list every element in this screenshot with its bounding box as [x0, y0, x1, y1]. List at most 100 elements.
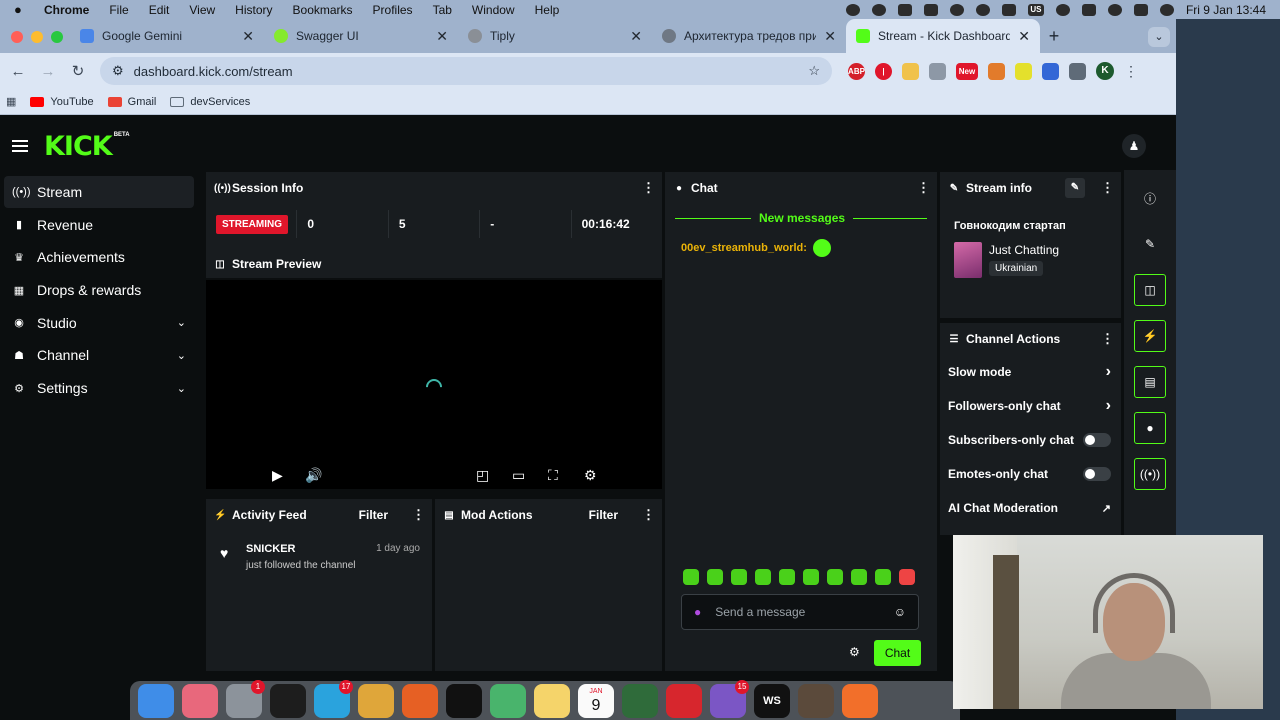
- chevron-right-icon[interactable]: ›: [1106, 397, 1111, 415]
- emote-icon[interactable]: [899, 569, 915, 585]
- pencil-icon[interactable]: ✎: [1134, 228, 1166, 260]
- emote-icon[interactable]: [779, 569, 795, 585]
- menu-help[interactable]: Help: [535, 3, 560, 17]
- menubar-clock[interactable]: Fri 9 Jan 13:44: [1186, 3, 1266, 17]
- mod-toggle-icon[interactable]: ▤: [1134, 366, 1166, 398]
- close-tab-icon[interactable]: ✕: [242, 28, 254, 45]
- apple-icon[interactable]: ●: [14, 2, 28, 17]
- emote-icon[interactable]: [827, 569, 843, 585]
- close-tab-icon[interactable]: ✕: [436, 28, 448, 45]
- bookmark-star-icon[interactable]: ☆: [808, 63, 820, 79]
- external-link-icon[interactable]: ↗: [1102, 502, 1111, 515]
- action-followers-only[interactable]: Followers-only chat ›: [940, 389, 1121, 423]
- more-options-icon[interactable]: ⋮: [917, 180, 930, 196]
- viber-icon[interactable]: 15: [710, 679, 749, 718]
- chevron-down-icon[interactable]: ⌄: [177, 349, 186, 362]
- menu-tab[interactable]: Tab: [433, 3, 452, 17]
- emote-icon[interactable]: [851, 569, 867, 585]
- tab-google-gemini[interactable]: Google Gemini ✕: [70, 19, 264, 53]
- notes-icon[interactable]: [534, 683, 570, 718]
- kick-logo[interactable]: KICK: [44, 131, 113, 162]
- apps-grid-icon[interactable]: ▦: [6, 95, 16, 108]
- chat-username[interactable]: 00ev_streamhub_world:: [681, 242, 807, 254]
- url-text[interactable]: dashboard.kick.com/stream: [134, 64, 799, 79]
- menu-profiles[interactable]: Profiles: [373, 3, 413, 17]
- stream-preview-video[interactable]: ▶ 🔊 ◰ ▭ ⛶ ⚙: [206, 280, 662, 489]
- atom-icon[interactable]: [490, 683, 526, 718]
- battery-icon[interactable]: [1001, 3, 1016, 16]
- theater-mode-icon[interactable]: ▭: [512, 467, 525, 484]
- reload-icon[interactable]: ↻: [66, 59, 90, 83]
- chat-settings-icon[interactable]: ⚙: [849, 645, 860, 659]
- spotlight-icon[interactable]: [1107, 3, 1122, 16]
- new-tab-button[interactable]: +: [1040, 19, 1068, 53]
- category-name[interactable]: Just Chatting: [989, 243, 1059, 257]
- more-options-icon[interactable]: ⋮: [1101, 180, 1114, 196]
- edit-icon[interactable]: ✎: [1065, 178, 1085, 198]
- more-options-icon[interactable]: ⋮: [642, 180, 655, 196]
- launchpad-icon[interactable]: [182, 683, 218, 718]
- emoji-picker-icon[interactable]: ☺: [894, 605, 906, 619]
- sequel-icon[interactable]: [798, 683, 834, 718]
- action-emotes-only[interactable]: Emotes-only chat: [940, 457, 1121, 491]
- status-icon-6[interactable]: [975, 3, 990, 16]
- tab-architecture[interactable]: Архитектура тредов прилож ✕: [652, 19, 846, 53]
- siri-icon[interactable]: [1159, 3, 1174, 16]
- control-center-icon[interactable]: [1133, 3, 1148, 16]
- status-icon-4[interactable]: [923, 3, 938, 16]
- fullscreen-icon[interactable]: ⛶: [548, 467, 558, 484]
- close-window-button[interactable]: [11, 31, 23, 43]
- tab-search-chevron-icon[interactable]: ⌄: [1148, 27, 1170, 47]
- hand-extension-icon[interactable]: [902, 62, 919, 80]
- tab-swagger-ui[interactable]: Swagger UI ✕: [264, 19, 458, 53]
- close-tab-icon[interactable]: ✕: [1018, 28, 1030, 45]
- emote-icon[interactable]: [707, 569, 723, 585]
- filter-button[interactable]: Filter: [359, 508, 388, 522]
- sidebar-item-studio[interactable]: ◉ Studio ⌄: [4, 307, 194, 339]
- calendar-icon[interactable]: JAN 9: [578, 683, 614, 718]
- sidebar-item-drops[interactable]: ▦ Drops & rewards: [4, 274, 194, 306]
- user-menu-icon[interactable]: ♟: [1122, 134, 1146, 158]
- webstorm-icon[interactable]: WS: [754, 683, 790, 718]
- action-ai-moderation[interactable]: AI Chat Moderation ↗: [940, 491, 1121, 525]
- new-messages-label[interactable]: New messages: [751, 211, 854, 225]
- action-slow-mode[interactable]: Slow mode ›: [940, 355, 1121, 389]
- chat-send-button[interactable]: Chat: [874, 640, 921, 666]
- menu-view[interactable]: View: [189, 3, 215, 17]
- close-tab-icon[interactable]: ✕: [630, 28, 642, 45]
- chat-input-placeholder[interactable]: Send a message: [715, 605, 805, 619]
- chat-message-input[interactable]: ● Send a message ☺: [681, 594, 919, 630]
- emotes-only-toggle[interactable]: [1083, 467, 1111, 481]
- site-info-icon[interactable]: ⚙: [112, 63, 124, 79]
- video-settings-icon[interactable]: ⚙: [584, 467, 597, 484]
- chevron-down-icon[interactable]: ⌄: [177, 382, 186, 395]
- close-tab-icon[interactable]: ✕: [824, 28, 836, 45]
- extensions-puzzle-icon[interactable]: [1069, 62, 1086, 80]
- sidebar-item-channel[interactable]: ☗ Channel ⌄: [4, 339, 194, 371]
- sidebar-item-revenue[interactable]: ▮ Revenue: [4, 209, 194, 241]
- new-badge-icon[interactable]: New: [956, 62, 978, 80]
- emote-icon[interactable]: [731, 569, 747, 585]
- wifi-icon[interactable]: [1081, 3, 1096, 16]
- chevron-right-icon[interactable]: ›: [1106, 363, 1111, 381]
- menu-history[interactable]: History: [235, 3, 272, 17]
- tabs-extension-icon[interactable]: [929, 62, 946, 80]
- emote-icon[interactable]: [755, 569, 771, 585]
- input-source-icon[interactable]: US: [1027, 3, 1044, 16]
- finder-icon[interactable]: [138, 683, 174, 718]
- tab-tiply[interactable]: Tiply ✕: [458, 19, 652, 53]
- menu-edit[interactable]: Edit: [149, 3, 170, 17]
- subscribers-only-toggle[interactable]: [1083, 433, 1111, 447]
- status-icon-3[interactable]: [897, 3, 912, 16]
- activity-username[interactable]: SNICKER: [246, 543, 296, 555]
- info-icon[interactable]: ⓘ: [1134, 182, 1166, 214]
- system-settings-icon[interactable]: 1: [226, 679, 265, 718]
- chrome-icon[interactable]: [358, 683, 394, 718]
- bookmark-devservices[interactable]: devServices: [170, 96, 250, 108]
- broadcast-toggle-icon[interactable]: ((•)): [1134, 458, 1166, 490]
- bolt-toggle-icon[interactable]: ⚡: [1134, 320, 1166, 352]
- chevron-down-icon[interactable]: ⌄: [177, 316, 186, 329]
- postman-icon[interactable]: [842, 683, 878, 718]
- sidebar-item-achievements[interactable]: ♛ Achievements: [4, 241, 194, 273]
- more-options-icon[interactable]: ⋮: [1101, 331, 1114, 347]
